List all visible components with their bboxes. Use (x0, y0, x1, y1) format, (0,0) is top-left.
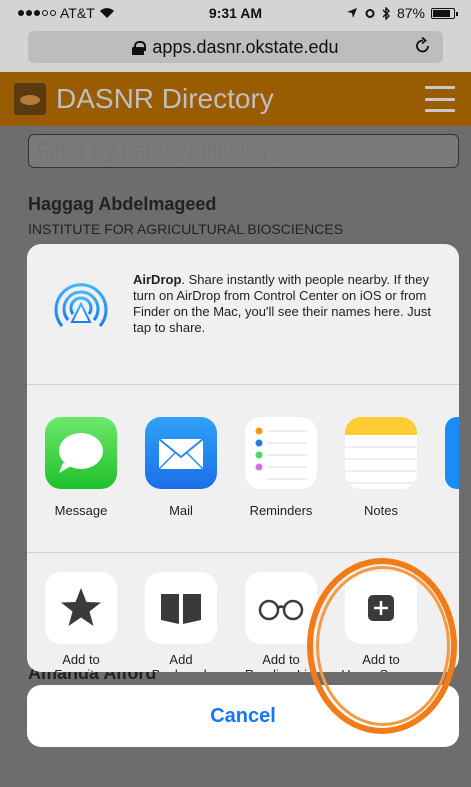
app-label: Message (54, 503, 108, 518)
app-label: Reminders (249, 503, 313, 518)
share-app-mail[interactable]: Mail (139, 417, 223, 518)
browser-toolbar: apps.dasnr.okstate.edu (0, 26, 471, 72)
battery-icon (431, 7, 458, 19)
reload-icon[interactable] (415, 36, 431, 54)
separator (27, 552, 459, 553)
app-header: DASNR Directory (0, 72, 471, 126)
filter-area (0, 126, 471, 178)
list-item[interactable]: Haggag Abdelmageed INSTITUTE FOR AGRICUL… (28, 194, 343, 237)
separator (27, 384, 459, 385)
action-add-bookmark[interactable]: Add Bookmark (139, 572, 223, 672)
share-app-notes[interactable]: Notes (339, 417, 423, 518)
app-title: DASNR Directory (56, 83, 274, 114)
person-affiliation: INSTITUTE FOR AGRICULTURAL BIOSCIENCES (28, 221, 344, 237)
airdrop-description: AirDrop. Share instantly with people nea… (133, 272, 432, 335)
star-icon (45, 572, 117, 644)
action-label: Add to Favorites (54, 652, 107, 672)
share-apps-row: Message Mail Reminders Notes (27, 417, 459, 537)
lock-icon (132, 40, 147, 55)
airdrop-section[interactable]: AirDrop. Share instantly with people nea… (27, 244, 459, 384)
message-icon (45, 417, 117, 489)
action-add-to-favorites[interactable]: Add to Favorites (39, 572, 123, 672)
app-label: Mail (169, 503, 193, 518)
highlight-circle-inner (316, 566, 450, 726)
person-name: Haggag Abdelmageed (28, 194, 217, 214)
address-bar[interactable]: apps.dasnr.okstate.edu (28, 31, 443, 63)
url-text: apps.dasnr.okstate.edu (152, 36, 339, 57)
mail-icon (145, 417, 217, 489)
more-app-icon[interactable] (445, 417, 459, 489)
share-app-reminders[interactable]: Reminders (239, 417, 323, 518)
menu-icon[interactable] (425, 86, 455, 112)
status-right: 87% (346, 5, 458, 21)
location-icon (346, 8, 357, 18)
alarm-icon (365, 9, 375, 18)
app-logo (14, 83, 46, 115)
book-icon (145, 572, 217, 644)
share-app-message[interactable]: Message (39, 417, 123, 518)
notes-icon (345, 417, 417, 489)
airdrop-icon (54, 283, 108, 327)
action-label: Add Bookmark (152, 652, 211, 672)
glasses-icon (245, 572, 317, 644)
bluetooth-icon (382, 6, 390, 20)
status-bar: AT&T 9:31 AM 87% (0, 0, 471, 26)
battery-percent: 87% (396, 5, 425, 21)
filter-input[interactable] (28, 134, 459, 168)
reminders-icon (245, 417, 317, 489)
app-label: Notes (364, 503, 398, 518)
